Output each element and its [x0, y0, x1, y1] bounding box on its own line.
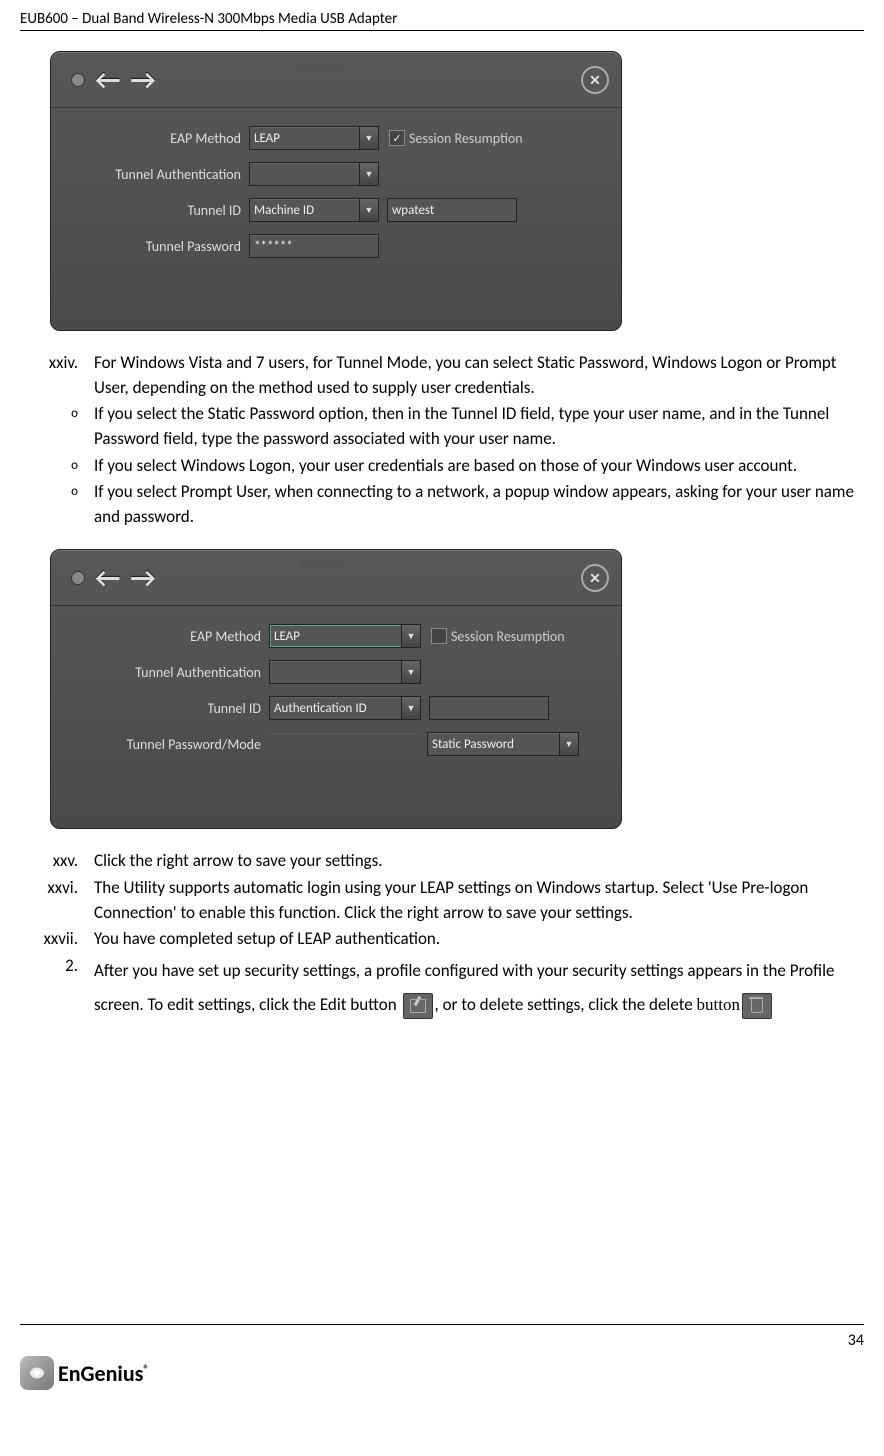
- document-header: EUB600 – Dual Band Wireless-N 300Mbps Me…: [20, 10, 864, 31]
- forward-arrow-icon[interactable]: →: [130, 62, 155, 97]
- list-text: If you select the Static Password option…: [94, 402, 864, 451]
- list-item: xxvi. The Utility supports automatic log…: [20, 876, 864, 925]
- session-resumption-label: Session Resumption: [451, 628, 565, 645]
- page-footer: 34 EnGenius®: [20, 1324, 864, 1390]
- list-text: After you have set up security settings,…: [94, 954, 864, 1022]
- list-item: o If you select Prompt User, when connec…: [20, 480, 864, 529]
- tunnel-id-value: Machine ID: [254, 203, 314, 218]
- dropdown-arrow-icon[interactable]: ▼: [359, 163, 378, 185]
- close-icon[interactable]: ✕: [581, 66, 609, 94]
- tunnel-password-spacer: [269, 733, 419, 755]
- tunnel-id-dropdown[interactable]: Machine ID ▼: [249, 198, 379, 222]
- dropdown-arrow-icon[interactable]: ▼: [401, 661, 420, 683]
- list-item: o If you select Windows Logon, your user…: [20, 454, 864, 479]
- list-marker: 2.: [20, 954, 94, 1022]
- dropdown-arrow-icon[interactable]: ▼: [401, 697, 420, 719]
- forward-arrow-icon[interactable]: →: [130, 560, 155, 595]
- list-item: xxvii. You have completed setup of LEAP …: [20, 927, 864, 952]
- tunnel-auth-label: Tunnel Authentication: [71, 166, 249, 183]
- dropdown-arrow-icon[interactable]: ▼: [359, 199, 378, 221]
- eap-method-dropdown[interactable]: LEAP ▼: [269, 624, 421, 648]
- dropdown-arrow-icon[interactable]: ▼: [559, 733, 578, 755]
- list-item: xxv. Click the right arrow to save your …: [20, 849, 864, 874]
- list-text: If you select Windows Logon, your user c…: [94, 454, 864, 479]
- tunnel-password-label: Tunnel Password: [71, 238, 249, 255]
- text-segment: button: [697, 995, 740, 1014]
- logo-registered: ®: [143, 1362, 149, 1375]
- text-segment: , or to delete settings, click the delet…: [435, 994, 697, 1015]
- list-marker: o: [20, 480, 94, 529]
- tunnel-id-label: Tunnel ID: [71, 202, 249, 219]
- session-resumption-checkbox[interactable]: [431, 628, 447, 644]
- edit-button-icon[interactable]: [403, 993, 433, 1019]
- list-item: 2. After you have set up security settin…: [20, 954, 864, 1022]
- list-marker: xxvii.: [20, 927, 94, 952]
- tunnel-password-field[interactable]: ******: [249, 234, 379, 258]
- delete-button-icon[interactable]: [742, 993, 772, 1019]
- logo-mark-icon: [20, 1356, 54, 1390]
- logo-text: EnGenius®: [58, 1360, 149, 1387]
- tunnel-id-dropdown[interactable]: Authentication ID ▼: [269, 696, 421, 720]
- tunnel-password-mode-value: Static Password: [432, 737, 514, 752]
- eap-method-dropdown[interactable]: LEAP ▼: [249, 126, 379, 150]
- tunnel-id-text-field[interactable]: wpatest: [387, 198, 517, 222]
- status-dot-icon: [71, 571, 85, 585]
- brand-logo: EnGenius®: [20, 1356, 864, 1390]
- dialog-tab-label: Profile: [301, 58, 343, 73]
- list-marker: o: [20, 454, 94, 479]
- tunnel-password-mode-dropdown[interactable]: Static Password ▼: [427, 732, 579, 756]
- close-icon[interactable]: ✕: [581, 564, 609, 592]
- list-item: xxiv. For Windows Vista and 7 users, for…: [20, 351, 864, 400]
- status-dot-icon: [71, 73, 85, 87]
- tunnel-id-label: Tunnel ID: [71, 700, 269, 717]
- back-arrow-icon[interactable]: ←: [95, 62, 120, 97]
- back-arrow-icon[interactable]: ←: [95, 560, 120, 595]
- eap-method-value: LEAP: [254, 131, 280, 146]
- page-number: 34: [20, 1331, 864, 1350]
- eap-method-label: EAP Method: [71, 628, 269, 645]
- eap-method-value: LEAP: [274, 629, 300, 644]
- list-text: If you select Prompt User, when connecti…: [94, 480, 864, 529]
- tunnel-password-value: ******: [254, 239, 293, 254]
- logo-name: EnGenius: [58, 1360, 143, 1387]
- session-resumption-checkbox[interactable]: [389, 130, 405, 146]
- list-marker: xxiv.: [20, 351, 94, 400]
- tunnel-id-text-field[interactable]: [429, 696, 549, 720]
- dropdown-arrow-icon[interactable]: ▼: [401, 625, 420, 647]
- list-marker: xxv.: [20, 849, 94, 874]
- list-text: You have completed setup of LEAP authent…: [94, 927, 864, 952]
- list-marker: xxvi.: [20, 876, 94, 925]
- list-marker: o: [20, 402, 94, 451]
- tunnel-auth-label: Tunnel Authentication: [71, 664, 269, 681]
- list-text: For Windows Vista and 7 users, for Tunne…: [94, 351, 864, 400]
- tunnel-password-mode-label: Tunnel Password/Mode: [71, 736, 269, 753]
- tunnel-auth-dropdown[interactable]: ▼: [269, 660, 421, 684]
- profile-dialog-1: ← → Profile ✕ EAP Method LEAP ▼ Session …: [50, 51, 622, 331]
- tunnel-auth-dropdown[interactable]: ▼: [249, 162, 379, 186]
- tunnel-id-value: Authentication ID: [274, 701, 367, 716]
- list-text: The Utility supports automatic login usi…: [94, 876, 864, 925]
- list-item: o If you select the Static Password opti…: [20, 402, 864, 451]
- eap-method-label: EAP Method: [71, 130, 249, 147]
- session-resumption-label: Session Resumption: [409, 130, 523, 147]
- dialog-tab-label: Profile: [301, 556, 343, 571]
- dropdown-arrow-icon[interactable]: ▼: [359, 127, 378, 149]
- list-text: Click the right arrow to save your setti…: [94, 849, 864, 874]
- profile-dialog-2: ← → Profile ✕ EAP Method LEAP ▼ Session …: [50, 549, 622, 829]
